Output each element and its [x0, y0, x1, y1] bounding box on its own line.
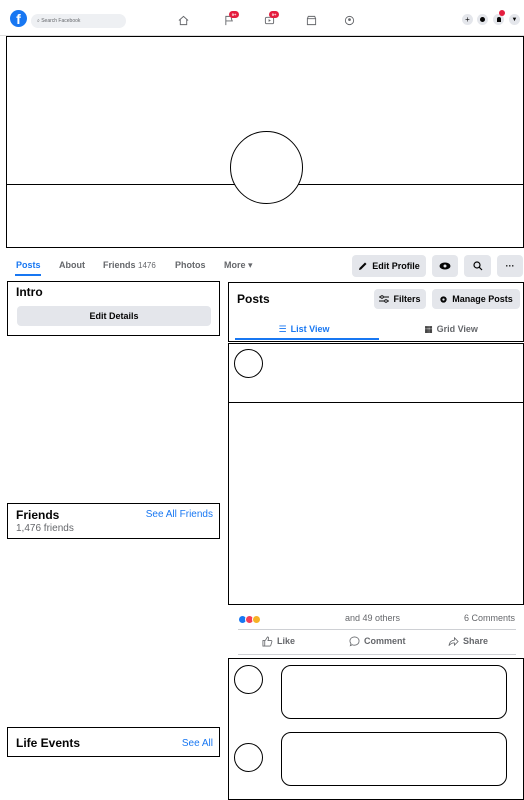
list-view-icon: ☰ [278, 323, 287, 334]
eye-icon [439, 262, 451, 270]
edit-profile-label: Edit Profile [372, 261, 420, 271]
manage-posts-label: Manage Posts [452, 294, 513, 304]
friends-count: 1,476 friends [16, 523, 74, 534]
posts-title: Posts [237, 292, 270, 306]
tab-friends-count: 1476 [138, 261, 156, 270]
life-events-see-all-link[interactable]: See All [182, 738, 213, 749]
marketplace-icon[interactable] [304, 14, 318, 26]
flag-notification-badge: 9+ [229, 11, 239, 18]
thumbs-up-icon [262, 636, 273, 646]
tab-posts[interactable]: Posts [16, 260, 41, 270]
list-view-label: List View [290, 324, 330, 334]
tab-more[interactable]: More ▾ [224, 260, 253, 271]
post-header [228, 343, 524, 404]
view-as-button[interactable] [432, 255, 458, 277]
see-all-friends-link[interactable]: See All Friends [146, 509, 213, 520]
comment-bubble [281, 665, 507, 719]
search-icon: ⌕ [37, 18, 40, 24]
manage-posts-button[interactable]: Manage Posts [432, 289, 520, 309]
gear-icon [440, 295, 447, 303]
search-placeholder: Search Facebook [41, 18, 81, 24]
grid-view-icon: ▦ [424, 323, 433, 334]
filters-button[interactable]: Filters [374, 289, 426, 309]
reactions-divider [238, 629, 516, 630]
notification-dot [499, 10, 505, 16]
profile-picture[interactable] [230, 131, 303, 204]
reactions-count[interactable]: and 49 others [345, 613, 400, 623]
like-label: Like [277, 636, 296, 646]
share-button[interactable]: Share [448, 633, 508, 649]
post-author-avatar[interactable] [234, 349, 263, 378]
edit-profile-button[interactable]: Edit Profile [352, 255, 426, 277]
comments-count[interactable]: 6 Comments [464, 613, 515, 623]
more-dots-icon: ··· [505, 261, 515, 271]
share-label: Share [463, 636, 489, 646]
search-icon [472, 261, 482, 271]
post-media[interactable] [228, 402, 524, 605]
groups-icon[interactable] [342, 14, 356, 26]
tab-friends-label: Friends [103, 260, 136, 270]
comment-bubble-icon [349, 636, 360, 646]
account-menu-chevron-down-icon[interactable]: ▼ [509, 14, 520, 25]
comment-author-avatar[interactable] [234, 743, 263, 772]
list-view-active-indicator [235, 338, 379, 340]
create-plus-icon[interactable]: + [462, 14, 473, 25]
friends-title: Friends [16, 508, 60, 522]
intro-card: Intro Edit Details [7, 281, 220, 336]
messenger-icon[interactable] [477, 14, 488, 25]
friends-card: Friends See All Friends 1,476 friends [7, 503, 220, 539]
filters-label: Filters [393, 294, 421, 304]
tab-photos[interactable]: Photos [175, 260, 206, 270]
search-input[interactable]: ⌕ Search Facebook [31, 14, 126, 28]
life-events-card: Life Events See All [7, 727, 220, 757]
actions-divider [238, 654, 516, 655]
grid-view-label: Grid View [436, 324, 478, 334]
home-icon[interactable] [176, 14, 190, 26]
comment-bubble [281, 732, 507, 786]
wow-reaction-icon [252, 615, 261, 624]
top-navigation-bar: f ⌕ Search Facebook 9+ 9+ + ▼ [0, 0, 524, 36]
comment-label: Comment [364, 636, 406, 646]
comment-author-avatar[interactable] [234, 665, 263, 694]
comment-button[interactable]: Comment [349, 633, 429, 649]
search-profile-button[interactable] [464, 255, 491, 277]
more-options-button[interactable]: ··· [497, 255, 523, 277]
comments-section [228, 658, 524, 800]
edit-details-button[interactable]: Edit Details [17, 306, 211, 326]
share-arrow-icon [448, 636, 459, 646]
tab-friends[interactable]: Friends 1476 [103, 260, 156, 270]
life-events-title: Life Events [16, 736, 81, 750]
posts-header-card: Posts Filters Manage Posts ☰ List View ▦… [228, 282, 524, 342]
like-button[interactable]: Like [262, 633, 332, 649]
tab-about[interactable]: About [59, 260, 85, 270]
tab-grid-view[interactable]: ▦ Grid View [379, 317, 523, 341]
watch-notification-badge: 9+ [269, 11, 279, 18]
pencil-icon [359, 262, 367, 270]
intro-title: Intro [16, 285, 43, 299]
facebook-logo[interactable]: f [10, 10, 27, 27]
active-tab-indicator [15, 274, 41, 276]
filters-icon [379, 295, 390, 303]
